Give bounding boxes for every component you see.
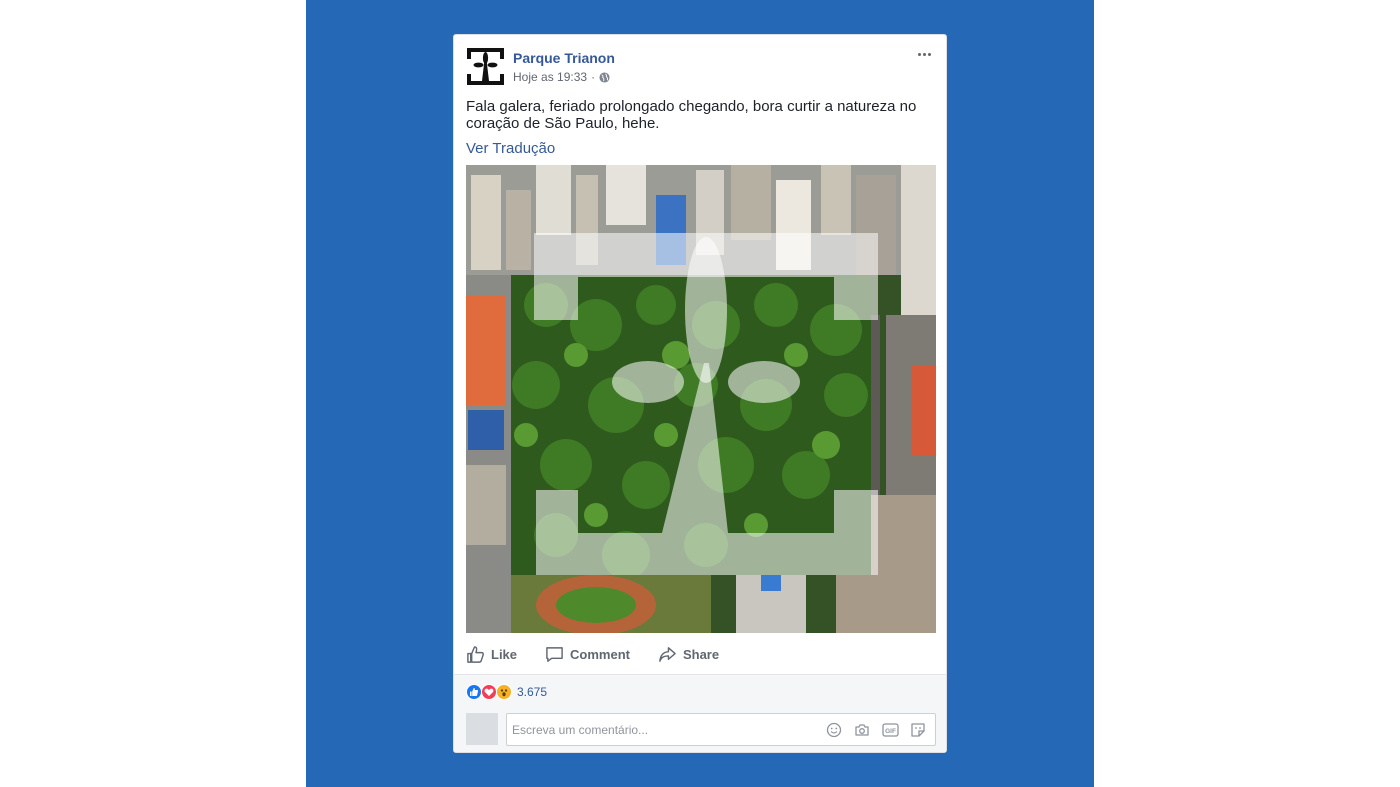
like-button[interactable]: Like — [466, 645, 517, 664]
reactions-summary[interactable]: 3.675 — [466, 684, 547, 700]
comment-box: GIF — [506, 713, 936, 746]
user-avatar — [466, 713, 498, 745]
love-reaction-icon — [481, 684, 497, 700]
translate-link[interactable]: Ver Tradução — [466, 140, 555, 157]
camera-icon[interactable] — [853, 721, 871, 739]
like-label: Like — [491, 646, 518, 662]
meta-separator: · — [591, 70, 596, 84]
globe-icon[interactable] — [599, 71, 610, 83]
aerial-park-image — [466, 165, 936, 633]
page-logo[interactable] — [466, 47, 505, 86]
post-text: Fala galera, feriado prolongado chegando… — [466, 98, 917, 132]
comment-icon — [546, 646, 563, 662]
share-button[interactable]: Share — [658, 645, 719, 664]
post-photo[interactable] — [466, 165, 936, 633]
post-footer: 3.675 GIF — [454, 674, 946, 752]
gif-icon[interactable]: GIF — [881, 721, 899, 739]
reaction-count[interactable]: 3.675 — [517, 685, 547, 699]
emoji-icon[interactable] — [825, 721, 843, 739]
page-name[interactable]: Parque Trianon — [513, 50, 615, 66]
post-meta: Hoje as 19:33 · — [513, 70, 610, 84]
comment-composer: GIF — [466, 713, 936, 746]
trianon-logo-icon — [467, 48, 504, 85]
wow-reaction-icon — [496, 684, 512, 700]
thumbs-up-icon — [467, 645, 484, 663]
sticker-icon[interactable] — [909, 721, 927, 739]
comment-button[interactable]: Comment — [545, 645, 630, 664]
share-icon — [659, 646, 676, 662]
svg-text:GIF: GIF — [885, 728, 896, 735]
like-reaction-icon — [466, 684, 482, 700]
comment-tools: GIF — [825, 721, 927, 739]
comment-input[interactable] — [512, 714, 812, 745]
more-options-icon[interactable] — [914, 47, 934, 61]
post-timestamp[interactable]: Hoje as 19:33 — [513, 70, 587, 84]
post-actions: Like Comment Share — [466, 641, 936, 667]
post-header: Parque Trianon Hoje as 19:33 · — [466, 47, 934, 89]
comment-label: Comment — [570, 646, 630, 662]
share-label: Share — [682, 646, 720, 662]
post-card: Parque Trianon Hoje as 19:33 · Fala gale… — [453, 34, 947, 753]
